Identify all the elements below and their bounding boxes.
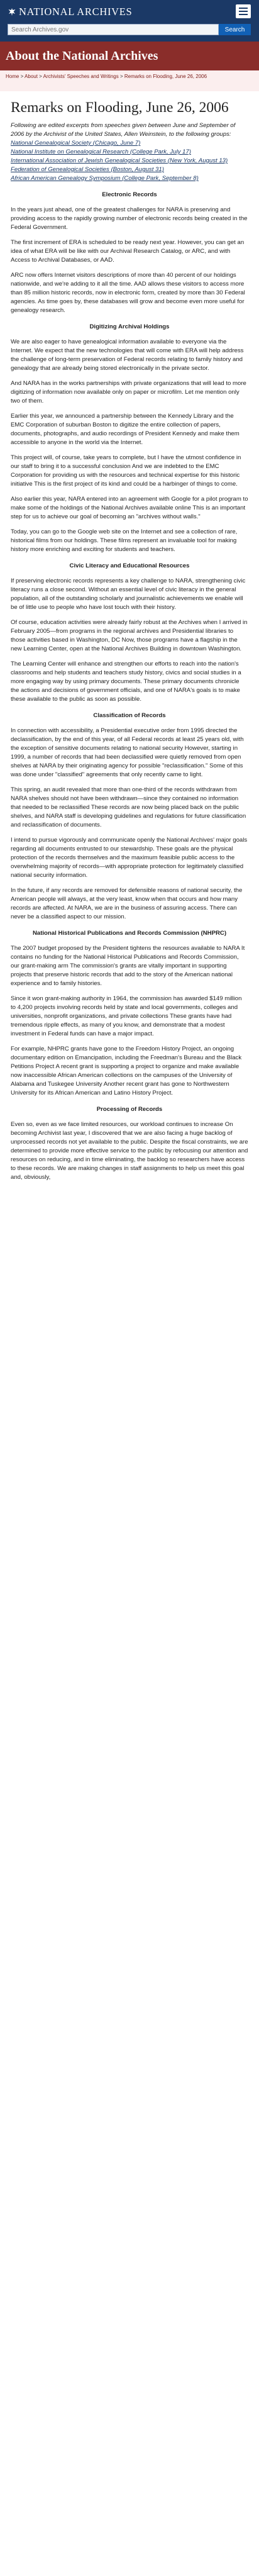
speech-source-link[interactable]: African American Genealogy Symposium (Co… <box>11 175 199 182</box>
body-paragraph: If preserving electronic records represe… <box>11 577 246 611</box>
breadcrumb-separator: > <box>37 74 43 79</box>
body-paragraph: In the future, if any records are remove… <box>11 887 243 920</box>
body-paragraph: This project will, of course, take years… <box>11 454 241 488</box>
search-input[interactable] <box>8 24 219 35</box>
section-heading: Digitizing Archival Holdings <box>89 323 170 330</box>
logo-text: NATIONAL ARCHIVES <box>19 6 133 18</box>
speech-source-link[interactable]: National Genealogical Society (Chicago, … <box>11 140 140 147</box>
search-bar: Search <box>8 24 251 35</box>
hamburger-menu-icon[interactable] <box>236 4 251 18</box>
section-heading: National Historical Publications and Rec… <box>32 930 227 937</box>
body-paragraph: Earlier this year, we announced a partne… <box>11 413 240 446</box>
page-title: Remarks on Flooding, June 26, 2006 <box>11 99 229 116</box>
site-logo[interactable]: NATIONAL ARCHIVES <box>8 6 132 18</box>
speech-source-link[interactable]: National Institute on Genealogical Resea… <box>11 148 191 155</box>
body-paragraph: Even so, even as we face limited resourc… <box>11 1121 248 1181</box>
body-paragraph: In connection with accessibility, a Pres… <box>11 727 244 778</box>
speech-source-link[interactable]: International Association of Jewish Gene… <box>11 157 228 164</box>
breadcrumb-separator: > <box>19 74 25 79</box>
eagle-icon <box>8 8 16 16</box>
section-title[interactable]: About the National Archives <box>6 49 158 64</box>
body-paragraph: In the years just ahead, one of the grea… <box>11 206 248 231</box>
search-button[interactable]: Search <box>219 24 251 35</box>
body-paragraph: And NARA has in the works partnerships w… <box>11 380 246 404</box>
site-header: NATIONAL ARCHIVES Search <box>0 0 259 42</box>
breadcrumb-separator: > <box>118 74 124 79</box>
section-heading: Processing of Records <box>96 1106 163 1113</box>
body-paragraph: This spring, an audit revealed that more… <box>11 786 246 828</box>
body-paragraph: Today, you can go to the Google web site… <box>11 528 238 553</box>
section-heading: Electronic Records <box>102 191 157 198</box>
speech-source-list: National Genealogical Society (Chicago, … <box>11 139 248 183</box>
body-paragraph: The 2007 budget proposed by the Presiden… <box>11 945 245 987</box>
section-heading: Classification of Records <box>93 712 166 719</box>
body-paragraph: Since it won grant-making authority in 1… <box>11 995 242 1037</box>
section-heading: Civic Literacy and Educational Resources <box>69 562 190 569</box>
speech-source-link[interactable]: Federation of Genealogical Societies (Bo… <box>11 166 164 173</box>
body-paragraph: For example, NHPRC grants have gone to t… <box>11 1045 242 1096</box>
body-paragraph: The first increment of ERA is scheduled … <box>11 239 245 264</box>
intro-text: Following are edited excerpts from speec… <box>11 122 236 138</box>
breadcrumb: Home > About > Archivists' Speeches and … <box>0 70 259 91</box>
breadcrumb-link[interactable]: About <box>25 74 38 79</box>
body-paragraph: We are also eager to have genealogical i… <box>11 338 244 372</box>
section-banner: About the National Archives <box>0 42 259 70</box>
breadcrumb-link[interactable]: Archivists' Speeches and Writings <box>43 74 119 79</box>
breadcrumb-link[interactable]: Home <box>6 74 19 79</box>
body-paragraph: Of course, education activities were alr… <box>11 619 248 652</box>
article-sections: Electronic Records In the years just ahea… <box>11 191 248 1182</box>
breadcrumb-current: Remarks on Flooding, June 26, 2006 <box>124 74 207 79</box>
body-paragraph: ARC now offers Internet visitors descrip… <box>11 272 245 314</box>
body-paragraph: The Learning Center will enhance and str… <box>11 661 241 703</box>
body-paragraph: I intend to pursue vigorously and commun… <box>11 837 248 879</box>
main-content: Remarks on Flooding, June 26, 2006 Follo… <box>0 91 259 1207</box>
body-paragraph: Also earlier this year, NARA entered int… <box>11 496 248 520</box>
